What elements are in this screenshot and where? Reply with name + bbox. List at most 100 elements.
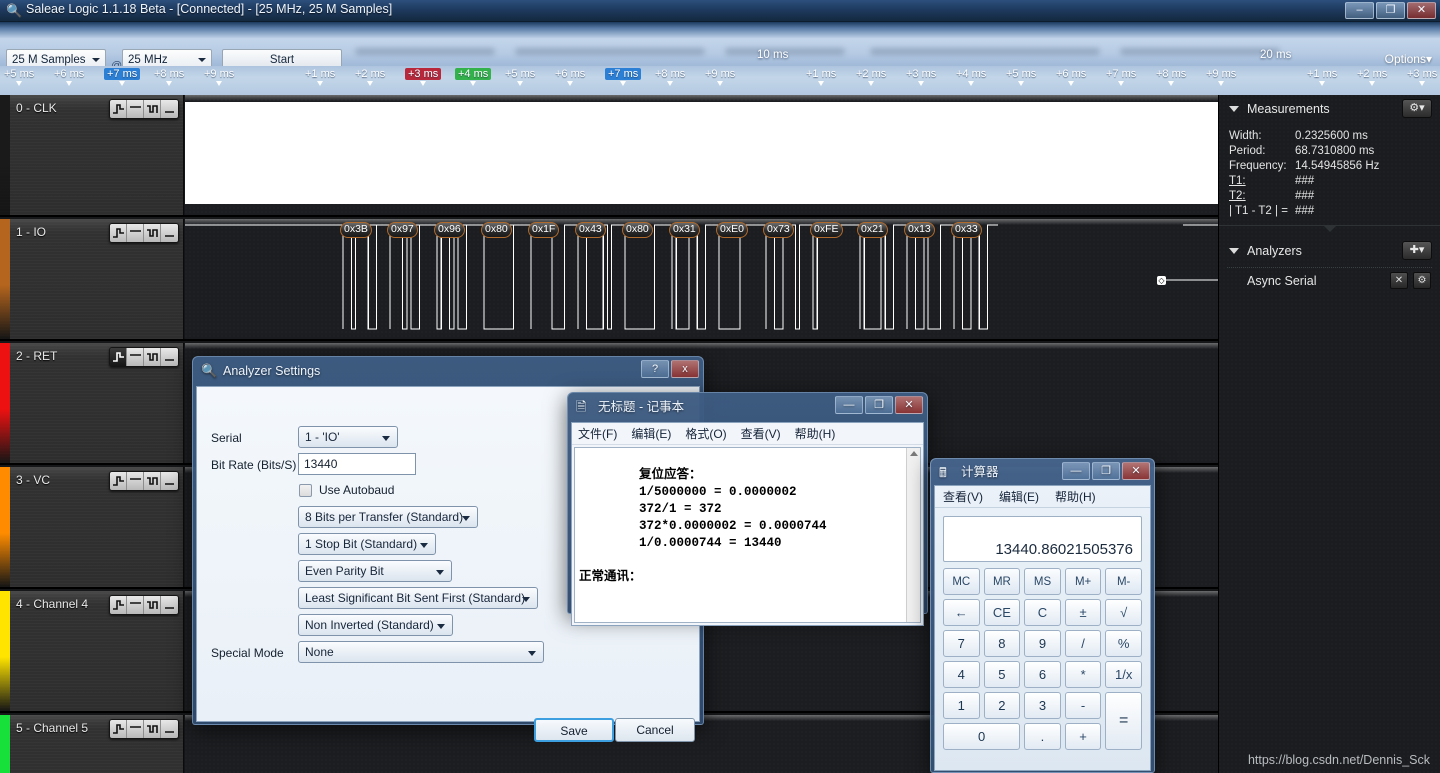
calculator-key-1[interactable]: 1	[943, 692, 980, 719]
notepad-menu-bar[interactable]: 文件(F) 编辑(E) 格式(O) 查看(V) 帮助(H)	[572, 423, 923, 445]
options-menu-button[interactable]: Options▾	[1385, 52, 1432, 66]
measurement-handle[interactable]: ◇	[1157, 276, 1166, 285]
calculator-key-MC[interactable]: MC	[943, 568, 980, 595]
rising-edge-icon[interactable]	[110, 472, 127, 490]
calculator-menu-item-0[interactable]: 查看(V)	[943, 488, 983, 505]
channel-header[interactable]: 2 - RET	[0, 343, 184, 463]
falling-edge-icon[interactable]	[144, 100, 161, 118]
calculator-key-1x[interactable]: 1/x	[1105, 661, 1142, 688]
notepad-menu-item-2[interactable]: 格式(O)	[685, 425, 726, 442]
calculator-key-8[interactable]: 8	[983, 630, 1021, 657]
measurements-gear-button[interactable]: ⚙▾	[1402, 99, 1432, 118]
falling-edge-icon[interactable]	[144, 596, 161, 614]
decoded-byte-bubble[interactable]: 0x31	[669, 222, 700, 238]
use-autobaud-checkbox[interactable]	[299, 484, 312, 497]
calculator-key-[interactable]: /	[1064, 630, 1102, 657]
low-level-icon[interactable]	[161, 472, 178, 490]
calculator-key-[interactable]: .	[1024, 723, 1061, 750]
falling-edge-icon[interactable]	[144, 348, 161, 366]
rising-edge-icon[interactable]	[110, 596, 127, 614]
calculator-key-0[interactable]: 0	[943, 723, 1021, 750]
calculator-key-[interactable]: ±	[1064, 599, 1102, 626]
decoded-byte-bubble[interactable]: 0x97	[387, 222, 418, 238]
calculator-key-7[interactable]: 7	[943, 630, 980, 657]
calculator-menu-item-1[interactable]: 编辑(E)	[999, 488, 1039, 505]
calculator-key-M[interactable]: M-	[1105, 568, 1142, 595]
cancel-button[interactable]: Cancel	[615, 718, 695, 742]
analyzer-settings-gear-icon[interactable]: ⚙	[1413, 272, 1431, 289]
close-button[interactable]: x	[671, 360, 699, 378]
minimize-button[interactable]: —	[835, 396, 863, 414]
bit-order-select[interactable]: Least Significant Bit Sent First (Standa…	[298, 587, 538, 609]
high-level-icon[interactable]	[127, 472, 144, 490]
high-level-icon[interactable]	[127, 224, 144, 242]
minimize-button[interactable]: —	[1062, 462, 1090, 480]
start-button[interactable]: Start	[222, 49, 342, 66]
decoded-byte-bubble[interactable]: 0x1F	[528, 222, 560, 238]
notepad-menu-item-0[interactable]: 文件(F)	[578, 425, 617, 442]
decoded-byte-bubble[interactable]: 0x96	[434, 222, 465, 238]
calculator-key-[interactable]: %	[1105, 630, 1142, 657]
rising-edge-icon[interactable]	[110, 100, 127, 118]
maximize-button[interactable]: ❐	[865, 396, 893, 414]
parity-select[interactable]: Even Parity Bit	[298, 560, 452, 582]
bits-per-transfer-select[interactable]: 8 Bits per Transfer (Standard)	[298, 506, 478, 528]
channel-waveform[interactable]	[185, 95, 1218, 215]
maximize-button[interactable]: ❐	[1376, 2, 1405, 19]
notepad-menu-item-3[interactable]: 查看(V)	[741, 425, 781, 442]
inversion-select[interactable]: Non Inverted (Standard)	[298, 614, 453, 636]
notepad-scrollbar[interactable]	[906, 448, 920, 622]
help-button[interactable]: ?	[641, 360, 669, 378]
analyzer-item[interactable]: Async Serial ✕ ⚙	[1219, 268, 1440, 294]
sample-count-dropdown[interactable]: 25 M Samples	[6, 49, 106, 66]
rising-edge-icon[interactable]	[110, 224, 127, 242]
calculator-menu-item-2[interactable]: 帮助(H)	[1055, 488, 1096, 505]
decoded-byte-bubble[interactable]: 0xE0	[716, 222, 748, 238]
channel-waveform[interactable]: 0x3B 0x97 0x96 0x80 0x1F 0x43 0x80 0x31 0xE0 0x73…	[185, 219, 1218, 339]
serial-channel-select[interactable]: 1 - 'IO'	[298, 426, 398, 448]
low-level-icon[interactable]	[161, 348, 178, 366]
sample-rate-dropdown[interactable]: 25 MHz	[122, 49, 212, 66]
calculator-key-[interactable]: +	[1064, 723, 1102, 750]
decoded-byte-bubble[interactable]: 0x80	[622, 222, 653, 238]
stop-bit-select[interactable]: 1 Stop Bit (Standard)	[298, 533, 436, 555]
high-level-icon[interactable]	[127, 720, 144, 738]
calculator-key-MR[interactable]: MR	[983, 568, 1021, 595]
channel-header[interactable]: 1 - IO	[0, 219, 184, 339]
special-mode-select[interactable]: None	[298, 641, 544, 663]
calculator-key-[interactable]: ←	[943, 599, 980, 626]
calculator-key-CE[interactable]: CE	[983, 599, 1021, 626]
time-ruler[interactable]: +5 ms +6 ms +7 ms +8 ms +9 ms +1 ms +2 ms +3 ms…	[0, 66, 1440, 95]
decoded-byte-bubble[interactable]: 0x33	[951, 222, 982, 238]
close-button[interactable]: ✕	[895, 396, 923, 414]
measurement-key[interactable]: T2:	[1229, 189, 1295, 204]
channel-header[interactable]: 4 - Channel 4	[0, 591, 184, 711]
calculator-key-3[interactable]: 3	[1024, 692, 1061, 719]
rising-edge-icon[interactable]	[110, 720, 127, 738]
calculator-key-4[interactable]: 4	[943, 661, 980, 688]
calculator-menu-bar[interactable]: 查看(V) 编辑(E) 帮助(H)	[935, 486, 1150, 508]
calculator-key-[interactable]: *	[1064, 661, 1102, 688]
measurement-key[interactable]: T1:	[1229, 174, 1295, 189]
measurements-panel-header[interactable]: Measurements ⚙▾	[1219, 95, 1440, 123]
minimize-button[interactable]: –	[1345, 2, 1374, 19]
falling-edge-icon[interactable]	[144, 224, 161, 242]
close-button[interactable]: ✕	[1407, 2, 1436, 19]
analyzer-remove-button[interactable]: ✕	[1390, 272, 1408, 289]
decoded-byte-bubble[interactable]: 0x3B	[340, 222, 372, 238]
rising-edge-icon[interactable]	[110, 348, 127, 366]
analyzers-panel-header[interactable]: Analyzers ✚▾	[1219, 237, 1440, 265]
notepad-menu-item-1[interactable]: 编辑(E)	[631, 425, 671, 442]
calculator-key-6[interactable]: 6	[1024, 661, 1061, 688]
low-level-icon[interactable]	[161, 596, 178, 614]
decoded-byte-bubble[interactable]: 0xFE	[810, 222, 843, 238]
decoded-byte-bubble[interactable]: 0x73	[763, 222, 794, 238]
low-level-icon[interactable]	[161, 100, 178, 118]
close-button[interactable]: ✕	[1122, 462, 1150, 480]
low-level-icon[interactable]	[161, 224, 178, 242]
maximize-button[interactable]: ❐	[1092, 462, 1120, 480]
add-analyzer-button[interactable]: ✚▾	[1402, 241, 1432, 260]
notepad-menu-item-4[interactable]: 帮助(H)	[795, 425, 836, 442]
calculator-key-9[interactable]: 9	[1024, 630, 1061, 657]
calculator-key-[interactable]: -	[1064, 692, 1102, 719]
